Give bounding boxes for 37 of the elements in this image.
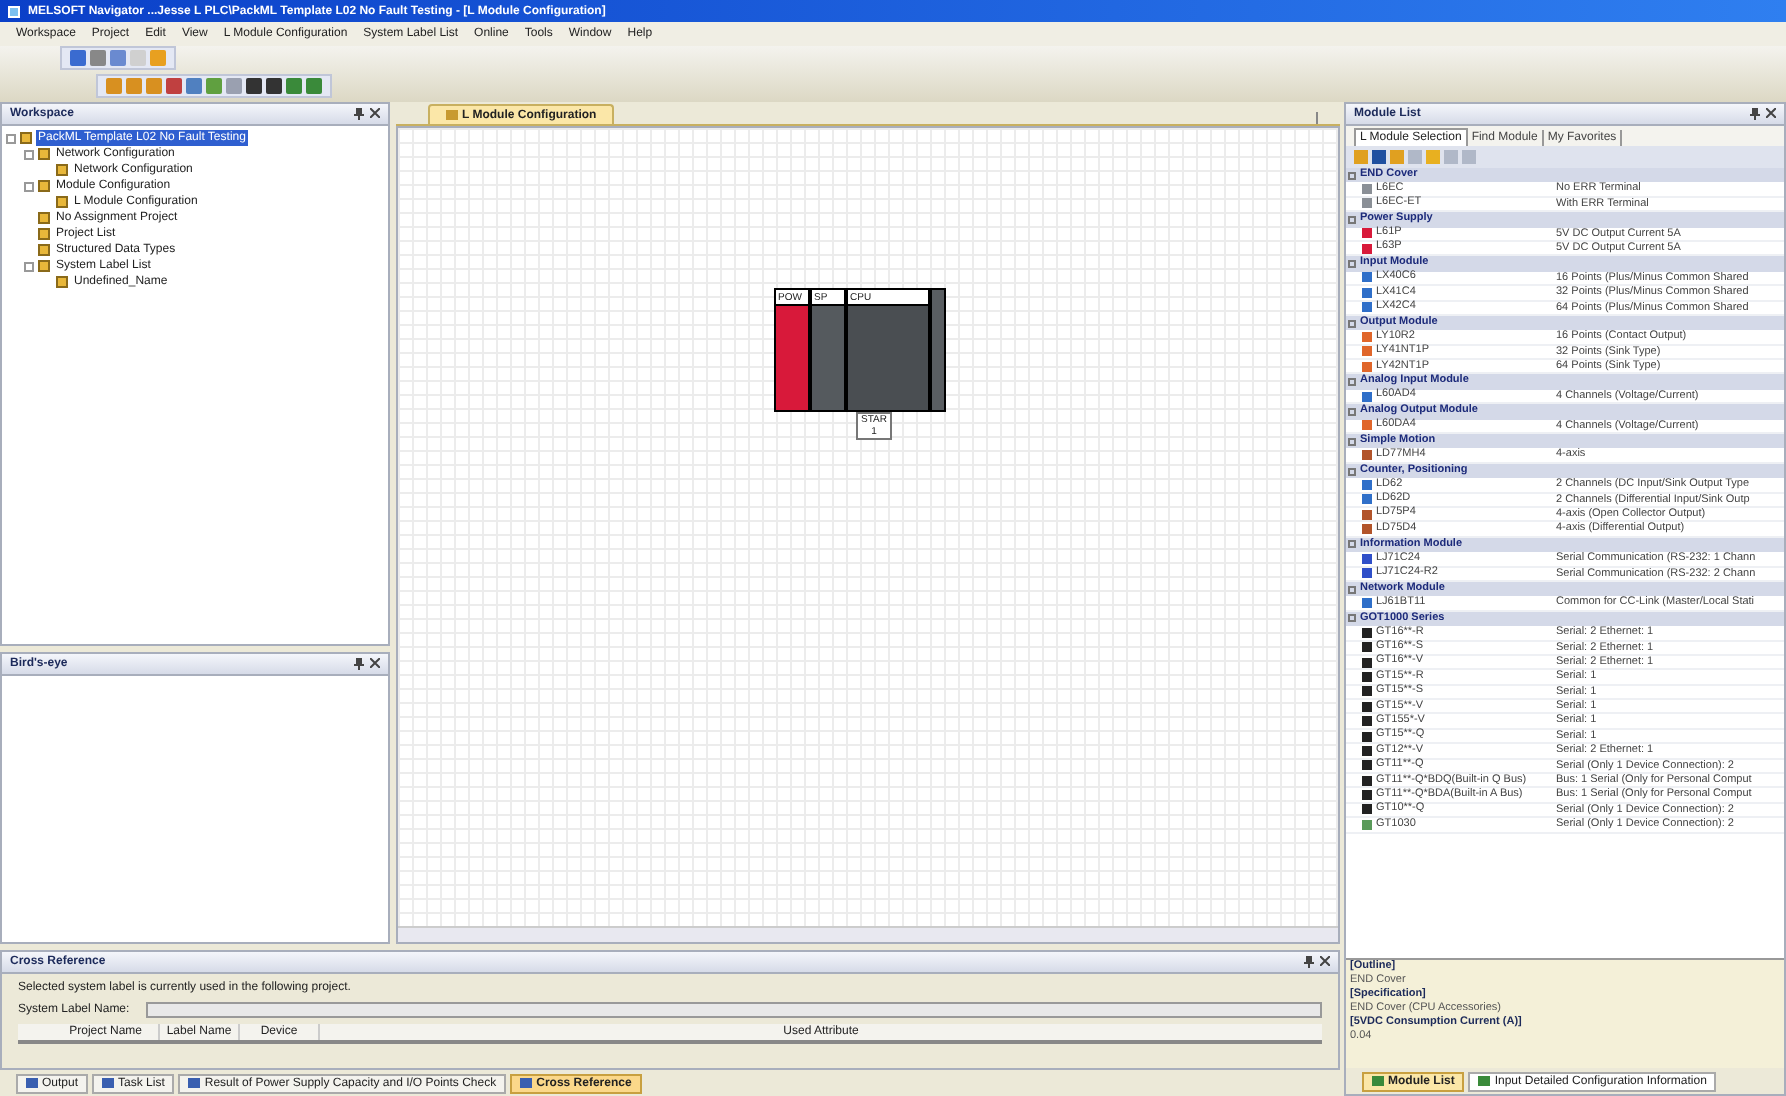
tree-node-icon — [38, 244, 50, 256]
tree-node-icon — [56, 276, 68, 288]
tree-node-icon — [38, 212, 50, 224]
end-cover — [930, 288, 946, 412]
collapse-icon[interactable] — [1348, 171, 1356, 180]
collapse-icon[interactable] — [1348, 437, 1356, 446]
collapse-icon[interactable] — [1348, 467, 1356, 475]
tab-icon — [1478, 1076, 1491, 1086]
tree-node-icon — [38, 148, 50, 160]
collapse-icon[interactable] — [1348, 378, 1356, 387]
tab-icon — [102, 1078, 115, 1088]
horizontal-scrollbar[interactable] — [398, 926, 1338, 942]
tab-icon — [520, 1078, 533, 1088]
collapse-icon[interactable] — [24, 261, 34, 271]
collapse-icon[interactable] — [1348, 614, 1356, 623]
pin-icon[interactable] — [1750, 108, 1760, 120]
collapse-icon[interactable] — [1348, 585, 1356, 594]
pin-icon[interactable] — [354, 658, 364, 670]
collapse-icon[interactable] — [1348, 215, 1356, 224]
tree-node-icon — [38, 260, 50, 272]
app-icon — [8, 5, 20, 17]
tab-icon — [1372, 1076, 1384, 1086]
module-config-icon — [446, 110, 458, 120]
tree-node-icon — [38, 180, 50, 192]
tab-icon — [188, 1078, 201, 1088]
collapse-icon[interactable] — [1348, 540, 1356, 549]
tree-node-icon — [38, 228, 50, 240]
tree-node-icon — [20, 132, 32, 144]
collapse-icon[interactable] — [1348, 319, 1356, 328]
pin-icon[interactable] — [1304, 956, 1314, 968]
collapse-icon[interactable] — [1348, 260, 1356, 269]
tree-node-icon — [56, 164, 68, 176]
pin-icon[interactable] — [354, 108, 364, 120]
tab-icon — [26, 1078, 38, 1088]
collapse-icon[interactable] — [1348, 407, 1356, 416]
tree-node-icon — [56, 196, 68, 208]
collapse-icon[interactable] — [24, 181, 34, 191]
